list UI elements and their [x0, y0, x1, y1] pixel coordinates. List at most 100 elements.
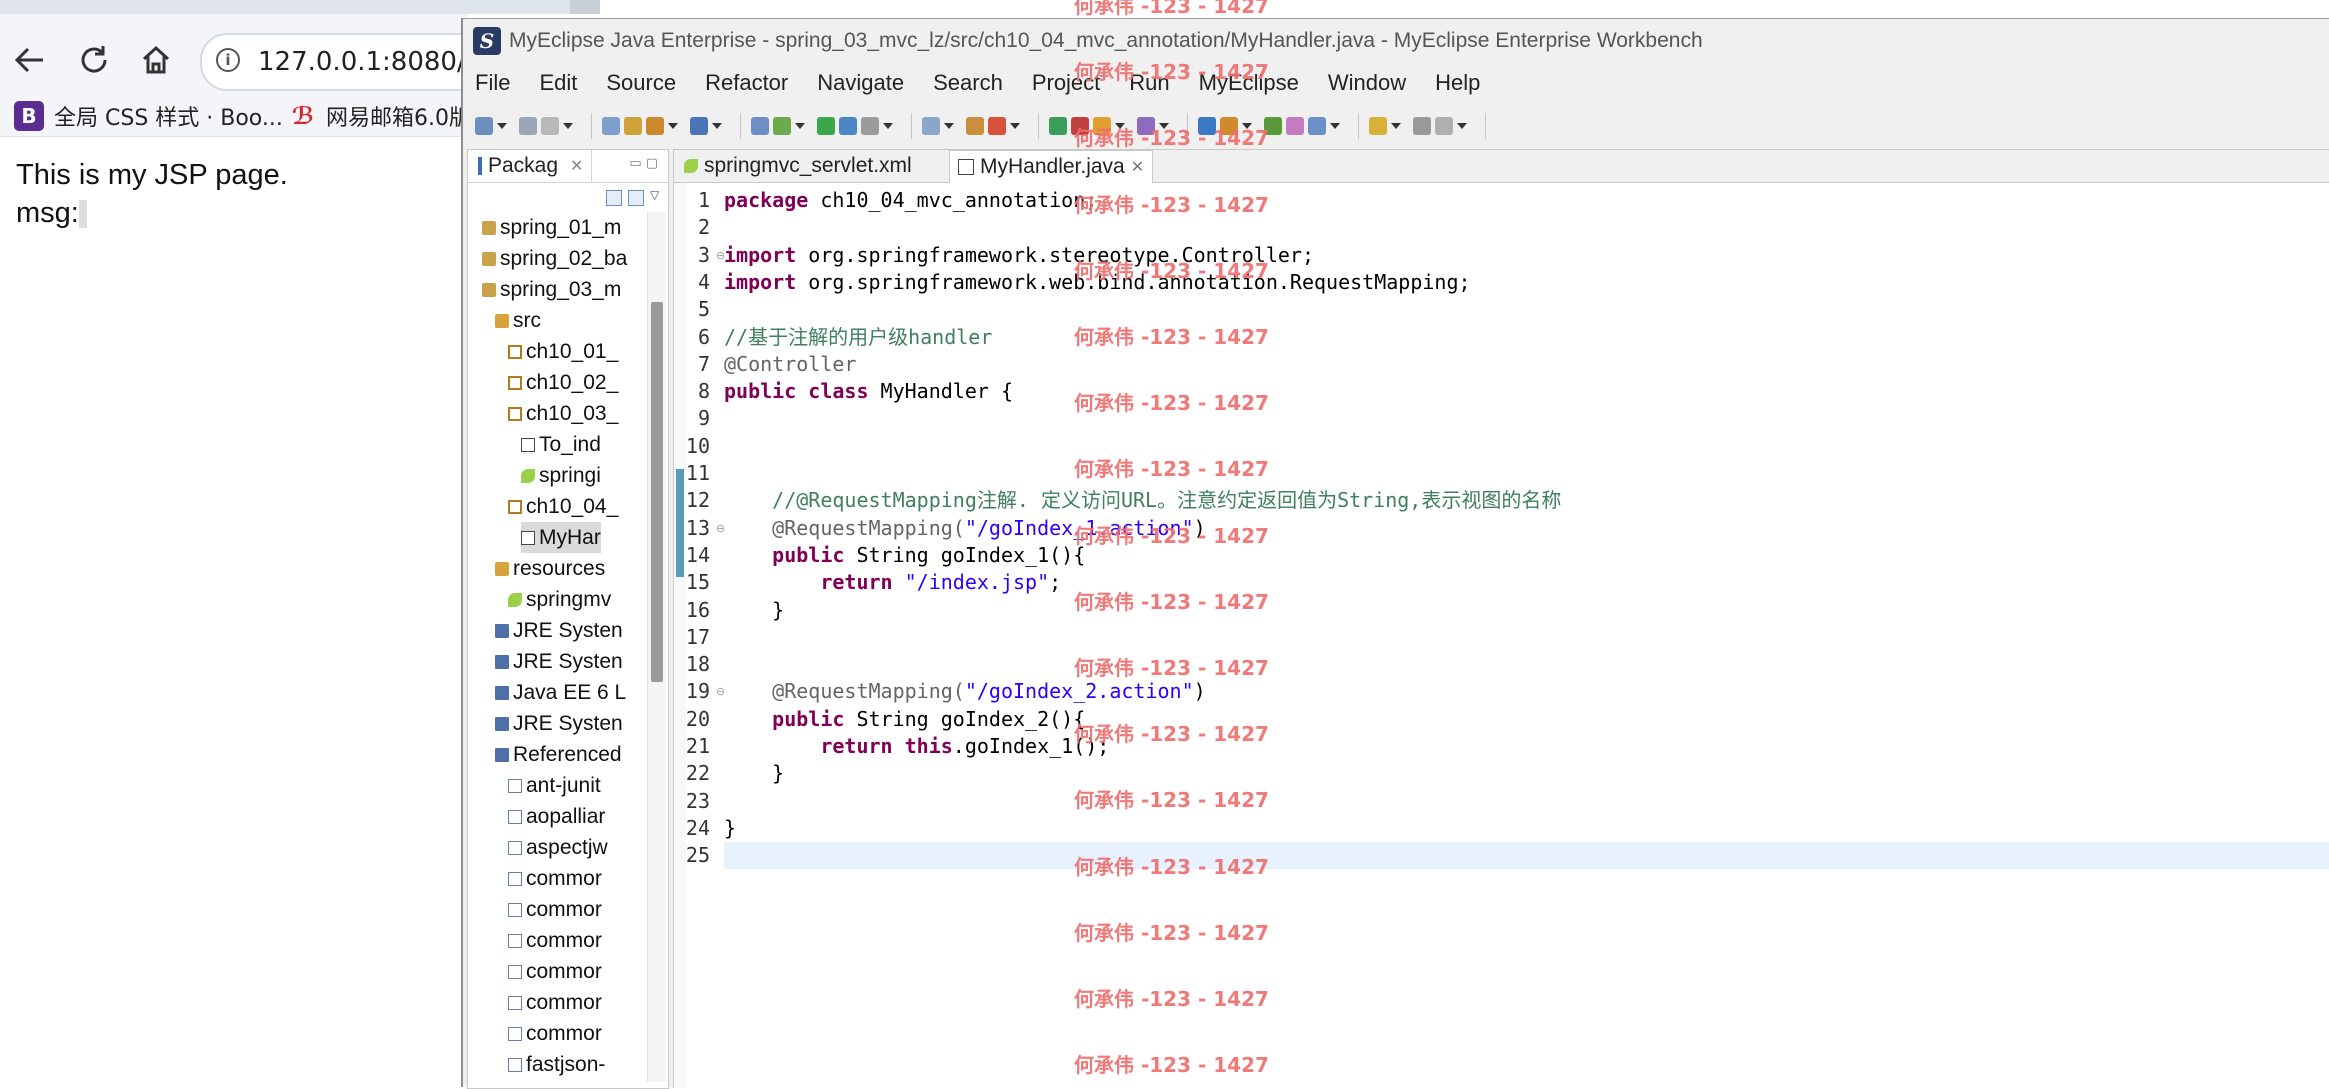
tree-item[interactable]: springi	[521, 460, 601, 491]
fold-toggle-icon[interactable]: ⊖	[716, 242, 725, 269]
tree-item[interactable]: MyHar	[521, 522, 601, 553]
dropdown-arrow-icon[interactable]	[944, 123, 954, 129]
view-menu-icon[interactable]: ▽	[650, 188, 659, 202]
code-line[interactable]: return this.goIndex_1();	[724, 733, 1109, 760]
code-line[interactable]: package ch10_04_mvc_annotation;	[724, 187, 1097, 214]
tree-item[interactable]: fastjson-	[508, 1049, 605, 1080]
toolbar-icon[interactable]	[1308, 117, 1326, 135]
toolbar-icon[interactable]	[602, 117, 620, 135]
code-line[interactable]: return "/index.jsp";	[724, 569, 1061, 596]
code-line[interactable]: //@RequestMapping注解. 定义访问URL。注意约定返回值为Str…	[724, 487, 1561, 514]
toolbar-icon[interactable]	[646, 117, 664, 135]
vertical-scrollbar[interactable]	[647, 212, 666, 1082]
browser-tab[interactable]	[570, 0, 600, 14]
dropdown-arrow-icon[interactable]	[712, 123, 722, 129]
toolbar-icon[interactable]	[541, 117, 559, 135]
code-line[interactable]: }	[724, 815, 736, 842]
toolbar-icon[interactable]	[1435, 117, 1453, 135]
code-line[interactable]: public class MyHandler {	[724, 378, 1013, 405]
bookmark-item[interactable]: B 全局 CSS 样式 · Boo...	[14, 100, 283, 132]
tree-item[interactable]: commor	[508, 987, 602, 1018]
minimize-maximize-icon[interactable]: ▭▢	[629, 156, 662, 171]
toolbar-icon[interactable]	[861, 117, 879, 135]
close-icon[interactable]: ✕	[570, 156, 583, 176]
code-line[interactable]: }	[724, 597, 784, 624]
tree-item[interactable]: ch10_02_	[508, 367, 618, 398]
tab-package-explorer[interactable]: Packag ✕	[470, 150, 593, 182]
toolbar-icon[interactable]	[1286, 117, 1304, 135]
menu-window[interactable]: Window	[1328, 70, 1406, 96]
tree-item[interactable]: ch10_04_	[508, 491, 618, 522]
toolbar-icon[interactable]	[839, 117, 857, 135]
tree-item[interactable]: Referenced	[495, 739, 622, 770]
tree-item[interactable]: src	[495, 305, 541, 336]
menu-refactor[interactable]: Refactor	[705, 70, 788, 96]
code-line[interactable]: @Controller	[724, 351, 856, 378]
code-line[interactable]: //基于注解的用户级handler	[724, 324, 992, 351]
toolbar-icon[interactable]	[1049, 117, 1067, 135]
tree-item[interactable]: commor	[508, 863, 602, 894]
code-line[interactable]: public String goIndex_1(){	[724, 542, 1085, 569]
tree-item[interactable]: spring_01_m	[482, 212, 621, 243]
tree-item[interactable]: aspectjw	[508, 832, 608, 863]
toolbar-icon[interactable]	[966, 117, 984, 135]
scrollbar-thumb[interactable]	[651, 302, 663, 682]
tree-item[interactable]: ch10_03_	[508, 398, 618, 429]
dropdown-arrow-icon[interactable]	[795, 123, 805, 129]
tree-item[interactable]: Java EE 6 L	[495, 677, 626, 708]
code-line[interactable]: @RequestMapping("/goIndex_2.action")	[724, 678, 1206, 705]
menu-file[interactable]: File	[475, 70, 510, 96]
tree-item[interactable]: JRE Systen	[495, 615, 623, 646]
home-icon[interactable]	[134, 38, 178, 82]
tree-item[interactable]: commor	[508, 894, 602, 925]
fold-toggle-icon[interactable]: ⊖	[716, 515, 725, 542]
address-bar[interactable]: i 127.0.0.1:8080/spri	[200, 33, 514, 91]
toolbar-icon[interactable]	[751, 117, 769, 135]
bookmark-item[interactable]: ℬ 网易邮箱6.0版	[290, 100, 471, 132]
close-icon[interactable]: ✕	[1131, 157, 1144, 177]
toolbar-icon[interactable]	[817, 117, 835, 135]
menu-help[interactable]: Help	[1435, 70, 1480, 96]
toolbar-icon[interactable]	[519, 117, 537, 135]
reload-icon[interactable]	[72, 38, 116, 82]
tree-item[interactable]: ant-junit	[508, 770, 601, 801]
dropdown-arrow-icon[interactable]	[1010, 123, 1020, 129]
tree-item[interactable]: aopalliar	[508, 801, 605, 832]
toolbar-icon[interactable]	[988, 117, 1006, 135]
collapse-all-icon[interactable]	[606, 190, 622, 206]
dropdown-arrow-icon[interactable]	[1457, 123, 1467, 129]
tree-item[interactable]: commor	[508, 1018, 602, 1049]
menu-edit[interactable]: Edit	[539, 70, 577, 96]
tree-item[interactable]: spring_03_m	[482, 274, 621, 305]
editor-tab[interactable]: MyHandler.java ✕	[949, 150, 1154, 183]
code-area[interactable]: package ch10_04_mvc_annotation; import or…	[724, 183, 2329, 1088]
dropdown-arrow-icon[interactable]	[563, 123, 573, 129]
menu-search[interactable]: Search	[933, 70, 1003, 96]
dropdown-arrow-icon[interactable]	[1330, 123, 1340, 129]
tree-item[interactable]: JRE Systen	[495, 646, 623, 677]
dropdown-arrow-icon[interactable]	[883, 123, 893, 129]
dropdown-arrow-icon[interactable]	[668, 123, 678, 129]
link-with-editor-icon[interactable]	[628, 190, 644, 206]
tree-item[interactable]: hibernat	[508, 1080, 602, 1082]
tree-item[interactable]: commor	[508, 956, 602, 987]
code-line[interactable]: }	[724, 760, 784, 787]
toolbar-icon[interactable]	[475, 117, 493, 135]
toolbar-icon[interactable]	[690, 117, 708, 135]
back-arrow-icon[interactable]	[8, 38, 52, 82]
editor-tab[interactable]: springmvc_servlet.xml	[676, 150, 920, 182]
tree-item[interactable]: springmv	[508, 584, 611, 615]
tree-item[interactable]: spring_02_ba	[482, 243, 627, 274]
code-line[interactable]: public String goIndex_2(){	[724, 706, 1085, 733]
toolbar-icon[interactable]	[1413, 117, 1431, 135]
dropdown-arrow-icon[interactable]	[1391, 123, 1401, 129]
dropdown-arrow-icon[interactable]	[497, 123, 507, 129]
tree-item[interactable]: To_ind	[521, 429, 601, 460]
toolbar-icon[interactable]	[773, 117, 791, 135]
menu-source[interactable]: Source	[606, 70, 676, 96]
toolbar-icon[interactable]	[624, 117, 642, 135]
site-info-icon[interactable]: i	[216, 48, 240, 72]
tree-item[interactable]: ch10_01_	[508, 336, 618, 367]
toolbar-icon[interactable]	[1369, 117, 1387, 135]
menu-navigate[interactable]: Navigate	[817, 70, 904, 96]
